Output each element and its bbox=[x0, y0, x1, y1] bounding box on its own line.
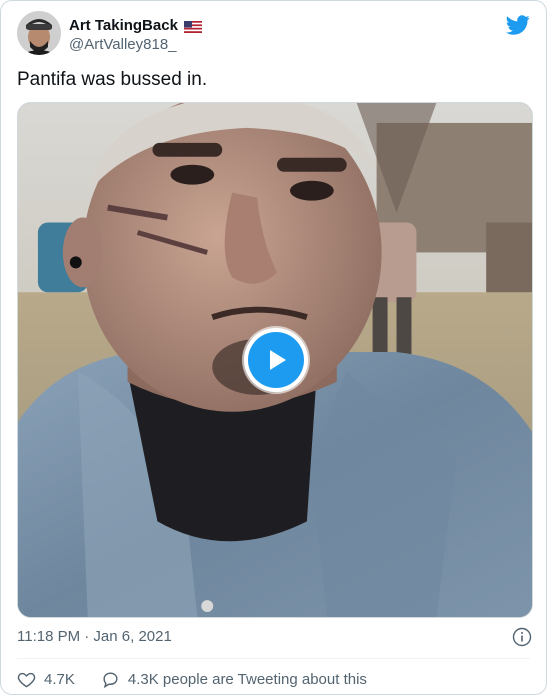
heart-icon[interactable] bbox=[17, 670, 36, 689]
divider bbox=[17, 658, 530, 659]
us-flag-icon bbox=[183, 20, 202, 33]
video-player[interactable] bbox=[17, 102, 533, 618]
handle[interactable]: @ArtValley818_ bbox=[69, 35, 202, 54]
like-action[interactable]: 4.7K bbox=[17, 670, 75, 689]
author-names: Art TakingBack @ArtValley818_ bbox=[69, 17, 202, 54]
tweet-actions: 4.7K 4.3K people are Tweeting about this bbox=[17, 668, 530, 690]
play-button[interactable] bbox=[244, 328, 308, 392]
info-icon[interactable] bbox=[512, 627, 532, 647]
display-name[interactable]: Art TakingBack bbox=[69, 17, 178, 35]
tweet-timestamp[interactable]: 11:18 PM · Jan 6, 2021 bbox=[17, 627, 172, 647]
play-icon[interactable] bbox=[248, 332, 304, 388]
avatar[interactable] bbox=[17, 11, 61, 55]
reply-text[interactable]: 4.3K people are Tweeting about this bbox=[128, 671, 367, 688]
reply-action[interactable]: 4.3K people are Tweeting about this bbox=[101, 670, 367, 689]
tweet-header: Art TakingBack @ArtValley818_ bbox=[17, 11, 530, 59]
reply-icon[interactable] bbox=[101, 670, 120, 689]
tweet-text: Pantifa was bussed in. bbox=[17, 69, 208, 90]
twitter-bird-icon[interactable] bbox=[506, 13, 530, 37]
like-count[interactable]: 4.7K bbox=[44, 671, 75, 688]
tweet-card[interactable]: Art TakingBack @ArtValley818_ Pantifa wa… bbox=[0, 0, 547, 695]
display-name-row[interactable]: Art TakingBack bbox=[69, 17, 202, 35]
